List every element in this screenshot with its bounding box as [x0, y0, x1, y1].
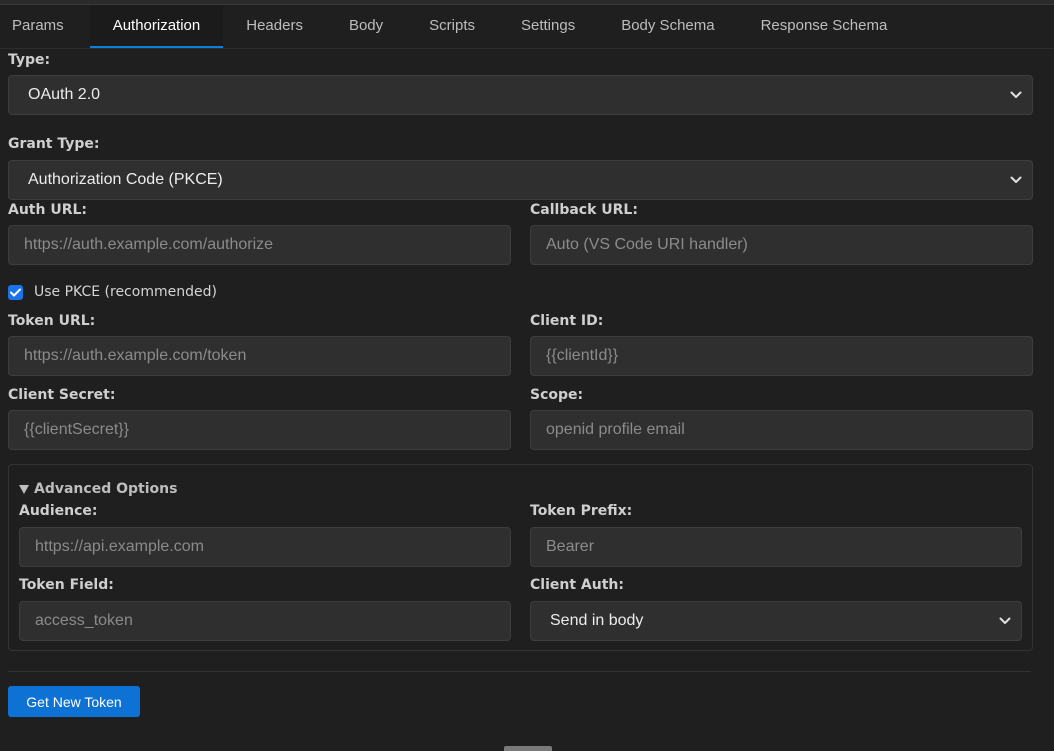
auth-url-input[interactable]: https://auth.example.com/authorize — [8, 225, 511, 265]
advanced-options-label: Advanced Options — [34, 481, 178, 497]
client-secret-input[interactable]: {{clientSecret}} — [8, 410, 511, 450]
tab-headers[interactable]: Headers — [223, 5, 326, 48]
type-label: Type: — [8, 52, 51, 68]
tab-bar: Params Authorization Headers Body Script… — [0, 5, 1054, 49]
pkce-checkbox[interactable] — [8, 285, 23, 300]
grant-type-select[interactable]: Authorization Code (PKCE) — [8, 160, 1033, 200]
client-auth-select[interactable]: Send in body — [530, 601, 1022, 641]
get-new-token-button[interactable]: Get New Token — [8, 686, 140, 717]
divider — [8, 671, 1031, 672]
advanced-options-toggle[interactable]: Advanced Options — [19, 481, 177, 497]
tab-params[interactable]: Params — [0, 5, 90, 48]
token-url-label: Token URL: — [8, 313, 96, 329]
callback-url-label: Callback URL: — [530, 202, 638, 218]
audience-input[interactable]: https://api.example.com — [19, 527, 511, 567]
triangle-down-icon — [19, 484, 29, 494]
client-id-label: Client ID: — [530, 313, 604, 329]
audience-label: Audience: — [19, 503, 98, 519]
token-prefix-input[interactable]: Bearer — [530, 527, 1022, 567]
client-id-input[interactable]: {{clientId}} — [530, 336, 1033, 376]
checkmark-icon — [10, 288, 21, 297]
auth-url-label: Auth URL: — [8, 202, 88, 218]
client-auth-label: Client Auth: — [530, 577, 624, 593]
grant-type-select-value: Authorization Code (PKCE) — [28, 171, 223, 188]
tab-body-schema[interactable]: Body Schema — [598, 5, 737, 48]
scope-label: Scope: — [530, 387, 584, 403]
token-url-input[interactable]: https://auth.example.com/token — [8, 336, 511, 376]
resize-handle[interactable] — [504, 746, 552, 751]
token-field-input[interactable]: access_token — [19, 601, 511, 641]
chevron-down-icon — [999, 615, 1011, 627]
grant-type-label: Grant Type: — [8, 136, 100, 152]
chevron-down-icon — [1010, 89, 1022, 101]
tab-settings[interactable]: Settings — [498, 5, 598, 48]
tab-response-schema[interactable]: Response Schema — [738, 5, 911, 48]
tab-body[interactable]: Body — [326, 5, 406, 48]
tab-scripts[interactable]: Scripts — [406, 5, 498, 48]
callback-url-input[interactable]: Auto (VS Code URI handler) — [530, 225, 1033, 265]
client-auth-select-value: Send in body — [550, 612, 644, 629]
token-field-label: Token Field: — [19, 577, 114, 593]
token-prefix-label: Token Prefix: — [530, 503, 633, 519]
type-select[interactable]: OAuth 2.0 — [8, 75, 1033, 115]
scope-input[interactable]: openid profile email — [530, 410, 1033, 450]
type-select-value: OAuth 2.0 — [28, 86, 101, 103]
client-secret-label: Client Secret: — [8, 387, 116, 403]
advanced-options-panel: Advanced Options Audience: https://api.e… — [8, 464, 1033, 651]
tab-authorization[interactable]: Authorization — [89, 5, 224, 48]
pkce-label[interactable]: Use PKCE (recommended) — [34, 284, 217, 300]
chevron-down-icon — [1010, 174, 1022, 186]
